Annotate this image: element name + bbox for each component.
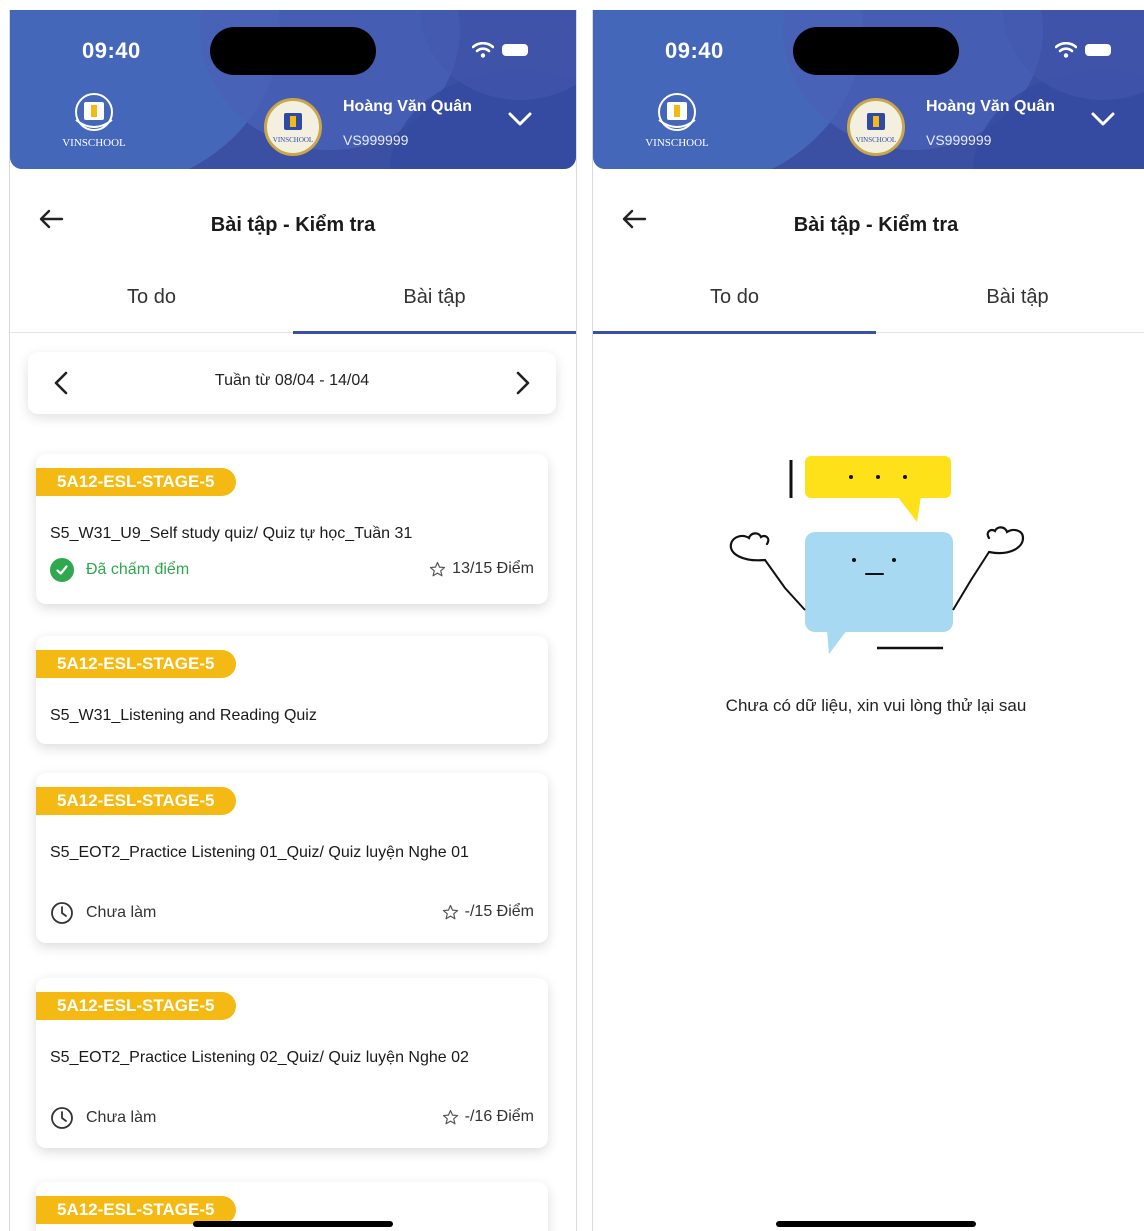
status-time: 09:40 bbox=[82, 38, 141, 63]
vinschool-logo: VINSCHOOL bbox=[645, 93, 709, 149]
dynamic-island bbox=[210, 27, 376, 75]
class-tag: 5A12-ESL-STAGE-5 bbox=[36, 468, 237, 496]
empty-state-message: Chưa có dữ liệu, xin vui lòng thử lại sa… bbox=[725, 696, 1027, 715]
vinschool-logo: VINSCHOOL bbox=[62, 93, 126, 149]
assignment-title: S5_EOT2_Practice Listening 02_Quiz/ Quiz… bbox=[50, 1049, 469, 1066]
assignment-score: -/16 Điểm bbox=[442, 1108, 534, 1126]
svg-text:VINSCHOOL: VINSCHOOL bbox=[62, 137, 126, 149]
page-title: Bài tập - Kiểm tra bbox=[793, 214, 959, 236]
score-label: -/16 Điểm bbox=[464, 1108, 534, 1125]
chevron-down-icon[interactable] bbox=[1090, 111, 1116, 127]
clock-icon bbox=[51, 902, 73, 924]
battery-icon bbox=[502, 44, 528, 56]
chevron-down-icon[interactable] bbox=[507, 111, 533, 127]
nav-bar: Bài tập - Kiểm tra bbox=[10, 172, 576, 262]
week-label: Tuần từ 08/04 - 14/04 bbox=[214, 372, 370, 389]
assignment-score: 13/15 Điểm bbox=[429, 560, 534, 578]
score-label: 13/15 Điểm bbox=[452, 560, 534, 577]
avatar[interactable]: VINSCHOOL bbox=[264, 98, 322, 156]
home-indicator bbox=[776, 1221, 976, 1227]
home-indicator bbox=[193, 1221, 393, 1227]
dynamic-island bbox=[793, 27, 959, 75]
wifi-icon bbox=[1055, 42, 1077, 58]
tab-assignments[interactable]: Bài tập bbox=[876, 262, 1144, 332]
user-id: VS999999 bbox=[926, 132, 992, 148]
tab-bar: To do Bài tập bbox=[10, 262, 576, 334]
phone-screen-todo: 09:40 VINSCHOOL VINSCHOOL Hoàng Văn Quân… bbox=[592, 10, 1144, 1231]
assignment-title: S5_EOT2_Practice Listening 01_Quiz/ Quiz… bbox=[50, 844, 469, 861]
class-tag: 5A12-ESL-STAGE-5 bbox=[36, 1196, 237, 1224]
avatar-school-logo: VINSCHOOL bbox=[856, 113, 896, 144]
star-icon bbox=[442, 1109, 458, 1124]
user-name: Hoàng Văn Quân bbox=[343, 98, 472, 115]
assignment-status: Chưa làm bbox=[50, 1106, 156, 1130]
tab-assignments[interactable]: Bài tập bbox=[293, 262, 576, 334]
phone-screen-assignments: 09:40 VINSCHOOL VINSCHOOL Hoàng Văn Quân… bbox=[9, 10, 577, 1231]
nav-bar: Bài tập - Kiểm tra bbox=[593, 172, 1144, 262]
status-label: Chưa làm bbox=[86, 1109, 157, 1126]
wifi-icon bbox=[472, 42, 494, 58]
avatar[interactable]: VINSCHOOL bbox=[847, 98, 905, 156]
status-icons bbox=[1055, 41, 1111, 59]
class-tag: 5A12-ESL-STAGE-5 bbox=[36, 650, 237, 678]
avatar-school-logo: VINSCHOOL bbox=[273, 113, 313, 144]
assignment-card[interactable]: 5A12-ESL-STAGE-5 S5_W31_Listening and Re… bbox=[36, 636, 548, 744]
star-icon bbox=[430, 561, 446, 576]
status-time: 09:40 bbox=[665, 38, 724, 63]
assignment-card[interactable]: 5A12-ESL-STAGE-5 S5_W31_U9_Self study qu… bbox=[36, 454, 548, 604]
assignment-card[interactable]: 5A12-ESL-STAGE-5 S5_EOT2_Practice Listen… bbox=[36, 978, 548, 1148]
week-selector: Tuần từ 08/04 - 14/04 bbox=[28, 352, 556, 414]
class-tag: 5A12-ESL-STAGE-5 bbox=[36, 992, 237, 1020]
status-icons bbox=[472, 41, 528, 59]
star-icon bbox=[442, 904, 458, 919]
battery-icon bbox=[1085, 44, 1111, 56]
empty-state-illustration bbox=[729, 456, 1025, 654]
assignment-title: S5_W31_U9_Self study quiz/ Quiz tự học_T… bbox=[50, 525, 413, 542]
assignment-status: Chưa làm bbox=[50, 901, 156, 925]
svg-text:VINSCHOOL: VINSCHOOL bbox=[273, 136, 313, 144]
score-label: -/15 Điểm bbox=[464, 903, 534, 920]
page-title: Bài tập - Kiểm tra bbox=[210, 214, 376, 236]
svg-text:VINSCHOOL: VINSCHOOL bbox=[856, 136, 896, 144]
status-label: Đã chấm điểm bbox=[86, 561, 190, 578]
app-header: 09:40 VINSCHOOL VINSCHOOL Hoàng Văn Quân… bbox=[593, 10, 1144, 169]
assignment-score: -/15 Điểm bbox=[442, 903, 534, 921]
class-tag: 5A12-ESL-STAGE-5 bbox=[36, 787, 237, 815]
chevron-right-icon[interactable] bbox=[510, 370, 534, 396]
assignment-status: Đã chấm điểm bbox=[50, 558, 189, 582]
user-id: VS999999 bbox=[343, 132, 409, 148]
assignment-title: S5_W31_Listening and Reading Quiz bbox=[50, 707, 317, 724]
tab-todo[interactable]: To do bbox=[10, 262, 293, 332]
status-label: Chưa làm bbox=[86, 904, 157, 921]
tab-bar: To do Bài tập bbox=[593, 262, 1144, 334]
user-name: Hoàng Văn Quân bbox=[926, 98, 1055, 115]
check-circle-icon bbox=[50, 558, 74, 582]
assignment-card[interactable]: 5A12-ESL-STAGE-5 S5_EOT2_Practice Listen… bbox=[36, 773, 548, 943]
app-header: 09:40 VINSCHOOL VINSCHOOL Hoàng Văn Quân… bbox=[10, 10, 576, 169]
tab-todo[interactable]: To do bbox=[593, 262, 876, 334]
svg-text:VINSCHOOL: VINSCHOOL bbox=[645, 137, 709, 149]
clock-icon bbox=[51, 1107, 73, 1129]
